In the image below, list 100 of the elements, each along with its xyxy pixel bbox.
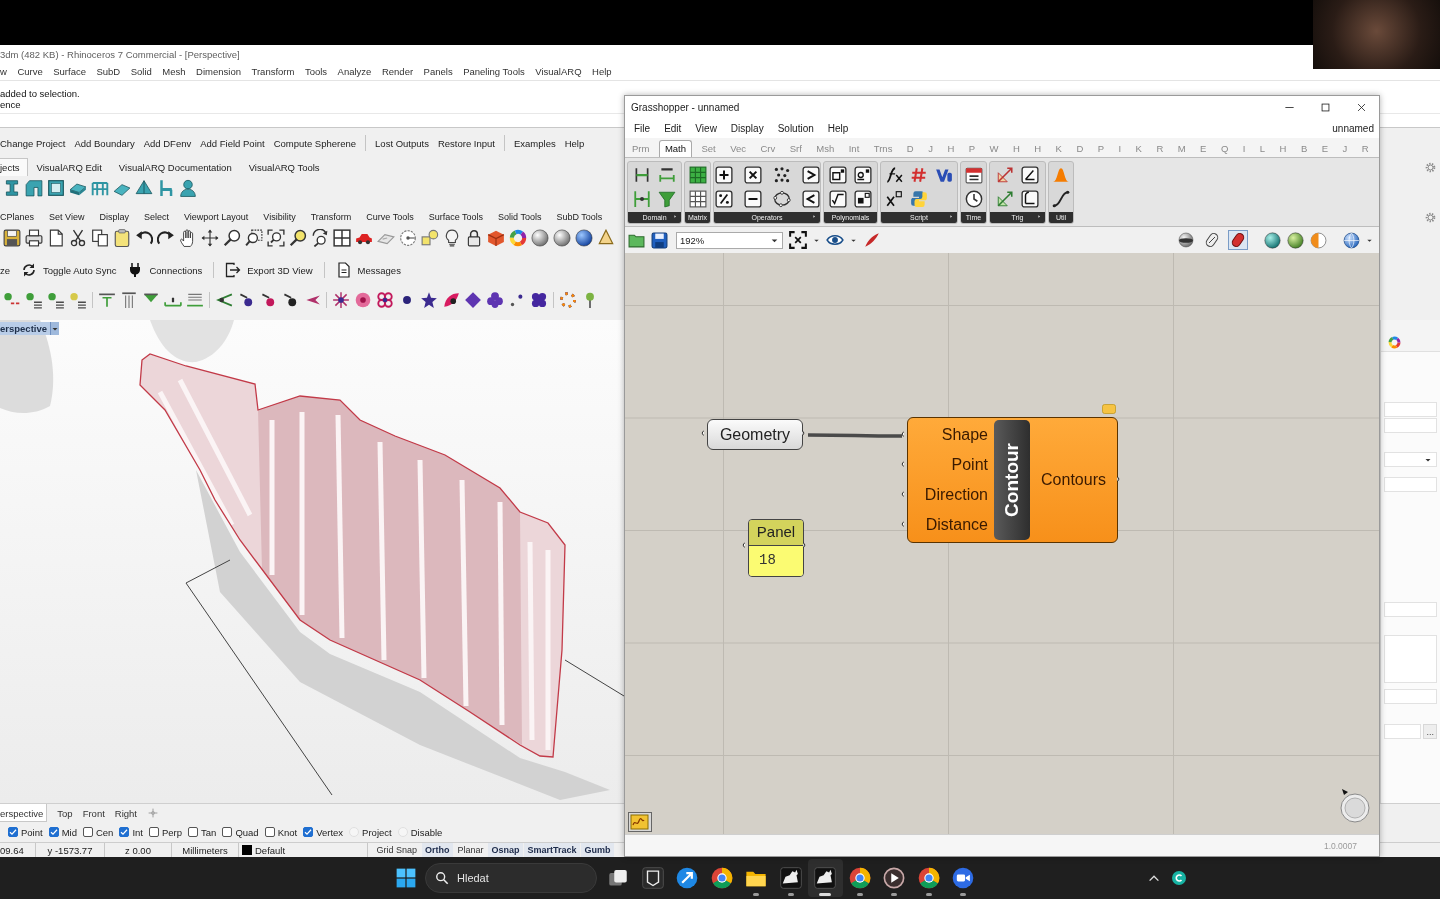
toolbar-button[interactable]: Messages — [335, 262, 401, 278]
gear-icon[interactable] — [1425, 161, 1436, 173]
property-field[interactable] — [1384, 724, 1422, 739]
s-curve-icon[interactable] — [1052, 190, 1070, 208]
preview-mode-button[interactable] — [1228, 230, 1248, 250]
viewport-tab[interactable]: Right — [109, 804, 142, 822]
expand-arrow-icon[interactable] — [674, 214, 679, 221]
print-icon[interactable] — [25, 229, 43, 247]
clock-icon[interactable] — [964, 190, 983, 208]
menu-item[interactable]: Display — [730, 123, 764, 134]
checkbox[interactable] — [303, 827, 314, 837]
toolbar-button[interactable]: Restore Input — [437, 137, 495, 149]
viewport-tab[interactable]: erspective — [0, 804, 48, 822]
function-curve-icon[interactable] — [885, 166, 903, 184]
dot-dash-icon[interactable] — [281, 291, 299, 309]
component-tab[interactable]: Math — [658, 140, 692, 157]
interlocking-shapes-icon[interactable] — [910, 190, 928, 208]
cluster-icon[interactable] — [530, 291, 548, 309]
menu-item[interactable]: SubD — [96, 66, 121, 77]
checkbox[interactable] — [119, 827, 130, 837]
sphere-icon[interactable] — [553, 229, 571, 247]
checkbox[interactable] — [148, 827, 159, 837]
property-field[interactable] — [1384, 635, 1437, 683]
exponent-icon[interactable] — [885, 190, 903, 208]
toolbar-tab[interactable]: Transform — [303, 208, 359, 226]
dot-dash-icon[interactable] — [237, 291, 255, 309]
bracket-lines-icon[interactable] — [633, 166, 651, 184]
toolbar-button[interactable]: Connections — [127, 262, 203, 278]
flower-icon[interactable] — [376, 291, 394, 309]
status-toggle[interactable]: Osnap — [488, 843, 524, 857]
status-toggle[interactable]: Planar — [454, 843, 488, 857]
save-icon[interactable] — [651, 231, 668, 249]
clipboard-icon[interactable] — [113, 229, 131, 247]
search-field[interactable]: Hledat — [425, 863, 597, 893]
menu-item[interactable]: Tools — [304, 66, 328, 77]
menu-item[interactable]: Dimension — [196, 66, 241, 77]
viewport-tab[interactable]: Top — [52, 804, 78, 822]
zoom-window-icon[interactable] — [245, 229, 263, 247]
menu-item[interactable]: Analyze — [337, 66, 372, 77]
layer-name[interactable]: Default — [255, 844, 286, 856]
toolbar-button[interactable]: Add Boundary — [74, 137, 135, 149]
toolbar-tab[interactable]: VisualARQ Edit — [28, 158, 111, 176]
leaf-icon[interactable] — [442, 291, 460, 309]
menu-item[interactable]: View — [695, 123, 717, 134]
hash-icon[interactable] — [910, 166, 928, 184]
toolbar-button[interactable]: Change Project — [0, 137, 66, 149]
plus-icon[interactable] — [714, 166, 733, 184]
triangle-arrow-icon[interactable] — [996, 190, 1014, 208]
redo-icon[interactable] — [157, 229, 175, 247]
superscript-box-icon[interactable] — [829, 166, 847, 184]
exponent-box-icon[interactable] — [854, 166, 872, 184]
calendar-icon[interactable] — [964, 166, 983, 184]
property-field[interactable] — [1384, 418, 1437, 433]
chevron-badge-icon[interactable] — [935, 166, 953, 184]
beam-icon[interactable] — [3, 179, 21, 197]
expand-arrow-icon[interactable] — [1038, 214, 1043, 221]
menu-item[interactable]: Paneling Tools — [463, 66, 525, 77]
property-field[interactable] — [1384, 689, 1437, 704]
status-toggle[interactable]: Ortho — [421, 843, 454, 857]
toolbar-tab[interactable]: jects — [0, 158, 29, 176]
checkbox[interactable] — [222, 827, 233, 837]
layer-swatch-icon[interactable] — [242, 845, 252, 855]
property-field[interactable] — [1384, 477, 1437, 492]
dropdown-field[interactable] — [1384, 452, 1437, 467]
angle-box-icon[interactable] — [1021, 166, 1039, 184]
radius-box-icon[interactable] — [1021, 190, 1039, 208]
cone-icon[interactable] — [597, 229, 615, 247]
user-icon[interactable] — [179, 179, 197, 197]
menu-item[interactable]: Edit — [664, 123, 682, 134]
sphere-icon[interactable] — [531, 229, 549, 247]
toolbar-button[interactable]: Compute Spherene — [273, 137, 357, 149]
split-lines-icon[interactable] — [633, 190, 651, 208]
property-field[interactable] — [1384, 402, 1437, 417]
toolbar-tab[interactable]: Display — [91, 208, 137, 226]
menu-item[interactable]: Solid — [130, 66, 152, 77]
undo-icon[interactable] — [135, 229, 153, 247]
dot-dash-icon[interactable] — [259, 291, 277, 309]
minus-icon[interactable] — [743, 190, 762, 208]
color-wheel-icon[interactable] — [509, 229, 527, 247]
brush-stroke-icon[interactable] — [863, 231, 881, 249]
menu-item[interactable]: VisualARQ — [535, 66, 582, 77]
sphere-icon[interactable] — [1264, 231, 1281, 249]
taskbar-app-button[interactable] — [808, 859, 843, 897]
sphere-icon[interactable] — [1287, 231, 1304, 249]
zoom-extents-icon[interactable] — [267, 229, 285, 247]
ball-lines-icon[interactable] — [47, 291, 65, 309]
viewport-title[interactable]: erspective — [0, 322, 50, 335]
zoom-selected-icon[interactable] — [289, 229, 307, 247]
power-box-icon[interactable] — [854, 190, 872, 208]
color-wheel-icon[interactable] — [1388, 336, 1401, 349]
wire[interactable] — [808, 431, 902, 439]
toolbar-tab[interactable]: Select — [136, 208, 177, 226]
column-lines-icon[interactable] — [120, 291, 138, 309]
toolbar-button[interactable]: Add Field Point — [200, 137, 265, 149]
save-icon[interactable] — [3, 229, 21, 247]
menu-item[interactable]: Panels — [423, 66, 453, 77]
shapes-icon[interactable] — [421, 229, 439, 247]
move-icon[interactable] — [201, 229, 219, 247]
cut-icon[interactable] — [69, 229, 87, 247]
chair-icon[interactable] — [157, 179, 175, 197]
